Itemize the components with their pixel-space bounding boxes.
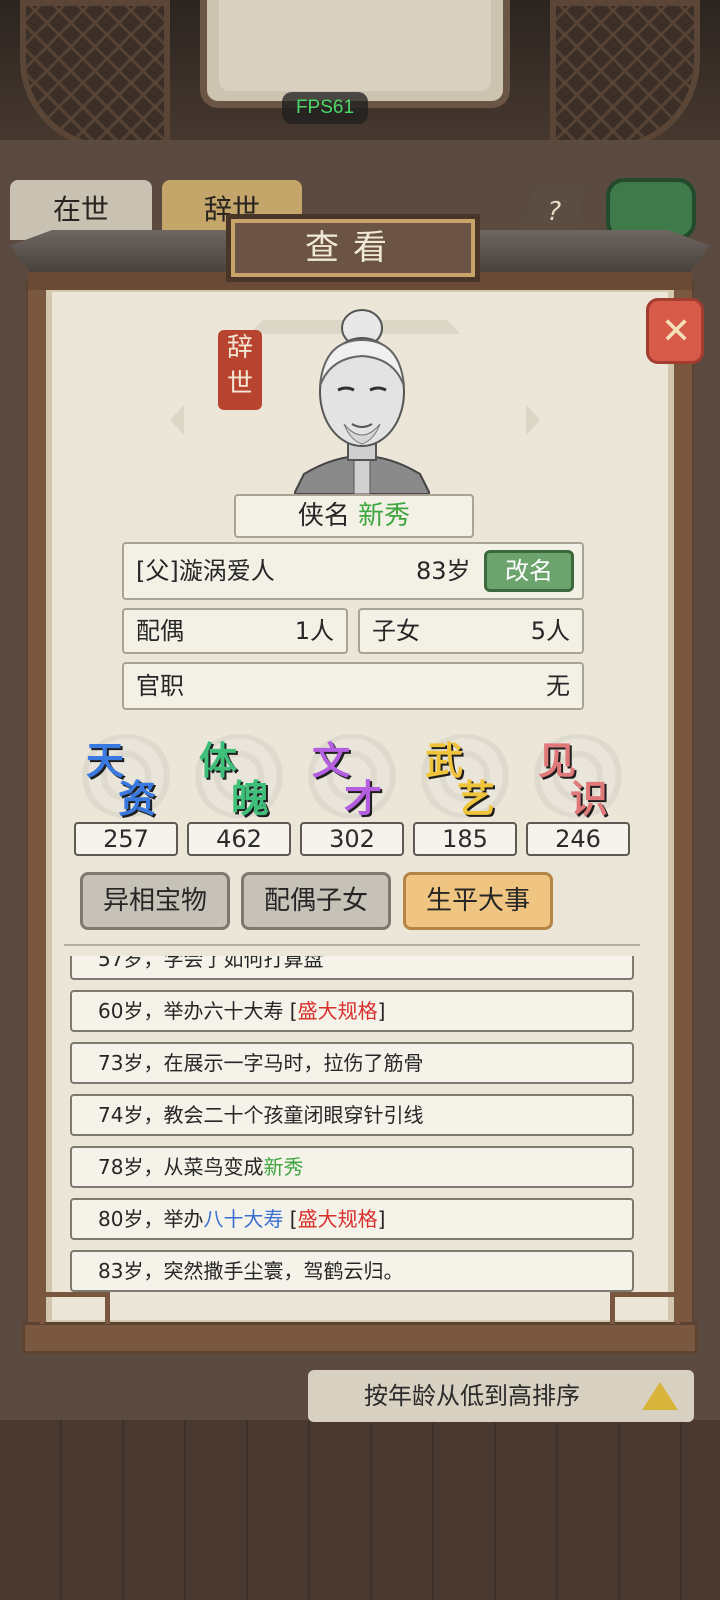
- life-events-list[interactable]: 57岁，学会了如何打算盘 60岁，举办六十大寿 [盛大规格] 73岁，在展示一字马时…: [60, 956, 650, 1296]
- stat-icon-3: 文才: [300, 726, 404, 822]
- frame-lattice-right: [610, 1292, 680, 1324]
- hero-rank: 新秀: [358, 501, 411, 531]
- stat-icon-2: 体魄: [187, 726, 291, 822]
- official-label: 官职: [136, 672, 184, 700]
- close-x-icon: ✕: [661, 311, 692, 352]
- stat-value: 185: [413, 822, 517, 856]
- stat-value: 257: [74, 822, 178, 856]
- stat-name-char: 艺: [457, 776, 496, 821]
- hero-name-label: 侠名: [297, 501, 350, 531]
- event-text: ]: [377, 1207, 386, 1231]
- event-row: 60岁，举办六十大寿 [盛大规格]: [70, 990, 634, 1032]
- background-floor: [0, 1420, 720, 1600]
- frame-bottom: [22, 1322, 698, 1354]
- stat-icon-5: 见识: [526, 726, 630, 822]
- stat-value: 462: [187, 822, 291, 856]
- age-value: 83岁: [416, 557, 471, 585]
- seal-char-1: 辞: [226, 333, 253, 363]
- event-text: 盛大规格: [297, 1207, 378, 1231]
- frame-lattice-left: [40, 1292, 110, 1324]
- section-divider: [64, 938, 640, 946]
- frame-pillar-left: [26, 280, 48, 1340]
- event-row: 80岁，举办八十大寿 [盛大规格]: [70, 1198, 634, 1240]
- stat-value: 302: [300, 822, 404, 856]
- hero-name-box: 侠名 新秀: [234, 494, 474, 538]
- stat-name-char: 资: [118, 776, 157, 821]
- event-text: 74岁，教会二十个孩童闭眼穿针引线: [98, 1103, 424, 1127]
- stat-icon-1: 天资: [74, 726, 178, 822]
- event-text: 60岁，举办六十大寿 [: [98, 999, 298, 1023]
- event-text: 新秀: [263, 1155, 304, 1179]
- official-row: 官职 无: [122, 662, 584, 710]
- children-row: 子女 5人: [358, 608, 584, 654]
- event-text: 73岁，在展示一字马时，拉伤了筋骨: [98, 1051, 424, 1075]
- sort-triangle-icon: [642, 1382, 678, 1410]
- event-row: 57岁，学会了如何打算盘: [70, 956, 634, 980]
- fps-counter: FPS61: [282, 92, 368, 124]
- spouse-label: 配偶: [136, 617, 184, 645]
- event-text: 57岁，学会了如何打算盘: [98, 956, 324, 971]
- event-row: 83岁，突然撒手尘寰，驾鹤云归。: [70, 1250, 634, 1292]
- children-count: 5人: [530, 617, 570, 645]
- event-text: ]: [377, 999, 386, 1023]
- tab-1[interactable]: 异相宝物: [80, 872, 230, 930]
- event-text: 80岁，举办: [98, 1207, 204, 1231]
- stat-name-char: 才: [344, 776, 383, 821]
- stat-name-char: 魄: [231, 776, 270, 821]
- deceased-seal: 辞 世: [218, 330, 262, 410]
- help-icon: ?: [523, 190, 585, 234]
- parent-age-row: [父]漩涡爱人 83岁 改名: [122, 542, 584, 600]
- event-row: 74岁，教会二十个孩童闭眼穿针引线: [70, 1094, 634, 1136]
- event-text: 八十大寿: [203, 1207, 284, 1231]
- seal-char-2: 世: [226, 369, 253, 399]
- event-text: 78岁，从菜鸟变成: [98, 1155, 264, 1179]
- rename-button[interactable]: 改名: [484, 550, 574, 592]
- sort-button: 按年龄从低到高排序: [308, 1370, 694, 1422]
- frame-pillar-right: [672, 280, 694, 1340]
- close-button[interactable]: ✕: [646, 298, 704, 364]
- event-row: 78岁，从菜鸟变成新秀: [70, 1146, 634, 1188]
- stat-icon-4: 武艺: [413, 726, 517, 822]
- spouse-count: 1人: [294, 617, 334, 645]
- event-text: [: [283, 1207, 298, 1231]
- event-text: 83岁，突然撒手尘寰，驾鹤云归。: [98, 1259, 404, 1283]
- tab-2[interactable]: 配偶子女: [241, 872, 391, 930]
- stat-value: 246: [526, 822, 630, 856]
- event-row: 73岁，在展示一字马时，拉伤了筋骨: [70, 1042, 634, 1084]
- spouse-row: 配偶 1人: [122, 608, 348, 654]
- event-text: 盛大规格: [297, 999, 378, 1023]
- official-value: 无: [546, 672, 570, 700]
- children-label: 子女: [372, 617, 420, 645]
- sort-label: 按年龄从低到高排序: [364, 1382, 580, 1410]
- tab-3[interactable]: 生平大事: [403, 872, 553, 930]
- stat-name-char: 识: [570, 776, 609, 821]
- parent-name: [父]漩涡爱人: [136, 557, 275, 585]
- character-portrait: [294, 309, 430, 494]
- modal-title: 查看: [226, 214, 480, 282]
